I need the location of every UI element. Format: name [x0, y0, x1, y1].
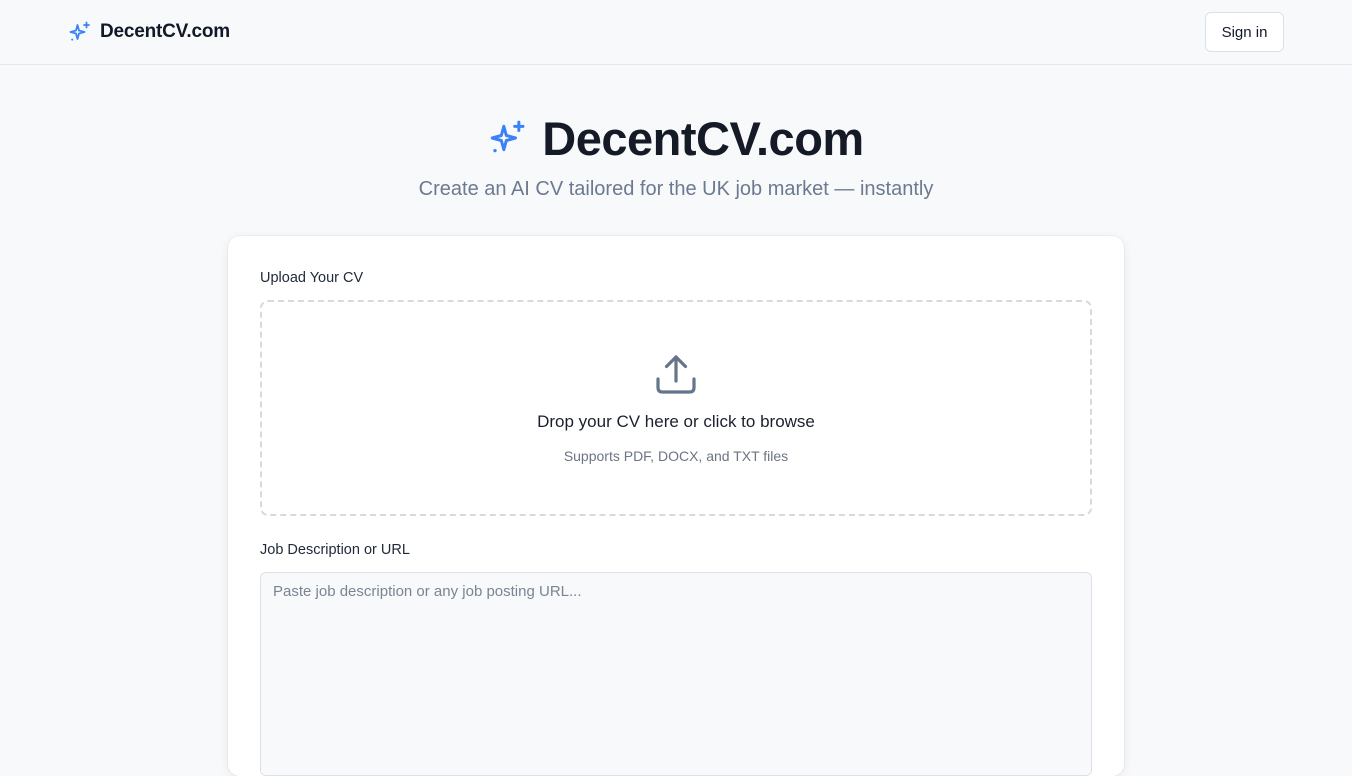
brand-name: DecentCV.com	[100, 21, 230, 42]
sparkles-icon	[69, 21, 90, 41]
job-description-label: Job Description or URL	[260, 542, 410, 558]
dropzone-text: Drop your CV here or click to browse	[537, 412, 815, 431]
top-navigation-bar: DecentCV.com Sign in	[0, 0, 1352, 65]
hero-title: DecentCV.com	[0, 110, 1352, 166]
cv-upload-dropzone[interactable]: Drop your CV here or click to browse Sup…	[260, 300, 1092, 516]
job-description-input[interactable]	[260, 572, 1092, 776]
hero-title-text: DecentCV.com	[542, 111, 864, 165]
brand-logo-link[interactable]: DecentCV.com	[68, 19, 230, 45]
dropzone-hint: Supports PDF, DOCX, and TXT files	[563, 448, 789, 464]
hero-subtitle: Create an AI CV tailored for the UK job …	[418, 178, 934, 200]
sparkles-icon	[490, 120, 525, 153]
sign-in-button[interactable]: Sign in	[1205, 12, 1284, 52]
upload-cv-label: Upload Your CV	[260, 270, 364, 286]
upload-icon	[656, 355, 696, 394]
cv-form-card: Upload Your CV Drop your CV here or clic…	[228, 236, 1124, 776]
